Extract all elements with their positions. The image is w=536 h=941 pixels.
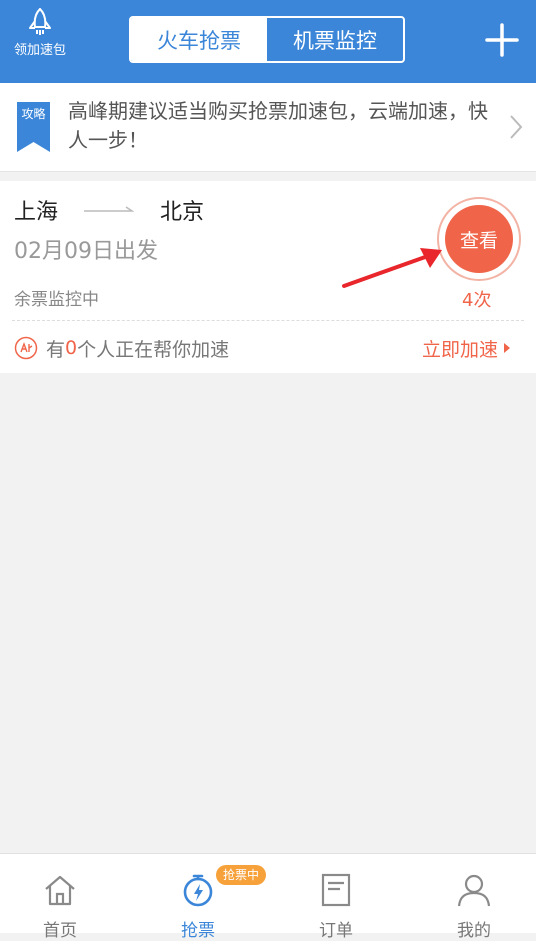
add-icon[interactable]: [484, 22, 520, 58]
nav-item-orders[interactable]: 订单: [296, 854, 376, 941]
route: 上海 北京: [14, 195, 204, 225]
monitor-card[interactable]: 上海 北京 02月09日出发 余票监控中 查看 4次 有 0 个人正在帮你加速 …: [0, 181, 536, 373]
ribbon-text: 攻略: [21, 107, 46, 121]
home-icon: [45, 875, 75, 906]
boost-pack-label: 领加速包: [13, 43, 66, 58]
stopwatch-icon: [183, 874, 213, 907]
helpers-prefix: 有: [46, 338, 66, 361]
helpers-info: 有 0 个人正在帮你加速: [14, 333, 229, 363]
nav-label-mine: 我的: [457, 921, 491, 941]
route-arrow-icon: [84, 206, 135, 212]
divider: [12, 320, 524, 321]
nav-label-home: 首页: [43, 921, 77, 941]
speed-up-label: 立即加速: [422, 338, 499, 361]
tip-banner[interactable]: 攻略 高峰期建议适当购买抢票加速包，云端加速，快人一步！: [0, 83, 536, 172]
tab-flight-monitor[interactable]: 机票监控: [267, 18, 403, 61]
from-station: 上海: [14, 200, 59, 225]
helpers-count: 0: [65, 337, 78, 359]
nav-item-home[interactable]: 首页: [20, 854, 100, 941]
grab-status-badge: 抢票中: [216, 865, 267, 885]
helpers-suffix: 个人正在帮你加速: [77, 338, 230, 361]
nav-label-orders: 订单: [319, 921, 353, 941]
annotation-arrow-icon: [342, 248, 442, 288]
triangle-right-icon: [504, 343, 511, 353]
attempt-count: 4次: [462, 290, 492, 311]
tab-train-ticket[interactable]: 火车抢票: [131, 18, 267, 61]
boost-pack-button[interactable]: 领加速包: [4, 8, 76, 68]
to-station: 北京: [160, 200, 205, 225]
rocket-icon: [29, 8, 51, 35]
nav-item-mine[interactable]: 我的: [434, 854, 514, 941]
user-icon: [457, 874, 491, 907]
top-bar: 领加速包 火车抢票 机票监控: [0, 0, 536, 83]
chevron-right-icon: [510, 115, 523, 139]
bottom-nav: 首页 抢票 抢票中 订单 我的: [0, 853, 536, 941]
departure-date: 02月09日出发: [14, 239, 158, 264]
tip-text: 高峰期建议适当购买抢票加速包，云端加速，快人一步！: [68, 99, 488, 152]
grab-ticket-icon: [14, 336, 38, 360]
mode-switch: 火车抢票 机票监控: [129, 16, 405, 63]
nav-label-grab-ticket: 抢票: [181, 921, 215, 941]
document-icon: [321, 873, 351, 907]
speed-up-link[interactable]: 立即加速: [422, 333, 511, 363]
monitor-status: 余票监控中: [14, 290, 99, 310]
view-button-label: 查看: [445, 205, 513, 273]
